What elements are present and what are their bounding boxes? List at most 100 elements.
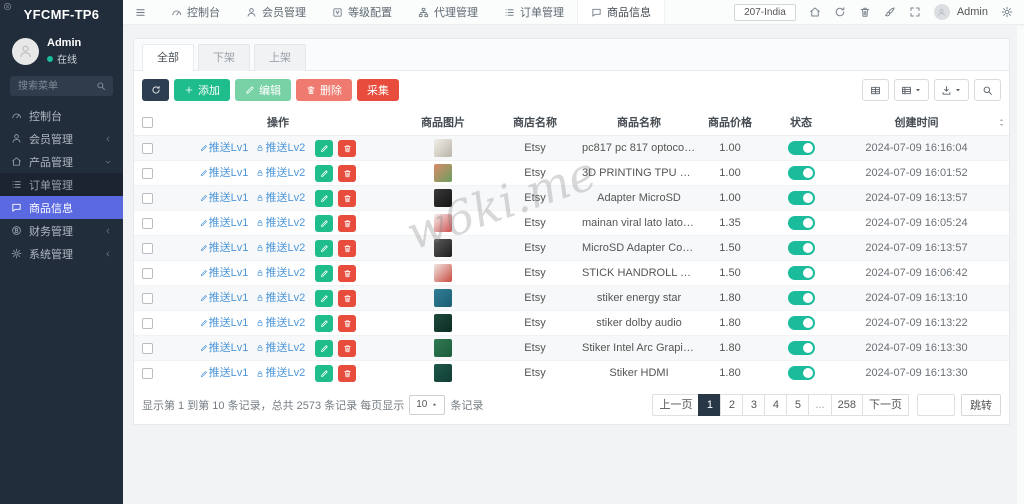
- page-button-5[interactable]: 5: [786, 394, 809, 416]
- push-lv1-link[interactable]: 推送Lv1: [200, 217, 249, 229]
- row-delete-button[interactable]: [338, 165, 356, 182]
- gears-icon[interactable]: [1001, 6, 1013, 18]
- home-icon[interactable]: [809, 6, 821, 18]
- refresh-button[interactable]: [142, 79, 169, 101]
- navbar-avatar[interactable]: [934, 4, 950, 20]
- product-thumbnail[interactable]: [434, 239, 452, 257]
- topnav-item-商品信息[interactable]: 商品信息: [577, 0, 665, 24]
- topnav-item-会员管理[interactable]: 会员管理: [233, 0, 319, 24]
- row-checkbox[interactable]: [142, 343, 153, 354]
- expand-icon[interactable]: [909, 6, 921, 18]
- push-lv2-link[interactable]: 推送Lv2: [256, 142, 305, 154]
- push-lv1-link[interactable]: 推送Lv1: [200, 242, 249, 254]
- page-button-3[interactable]: 3: [742, 394, 765, 416]
- sidebar-item-会员管理[interactable]: 会员管理: [0, 127, 123, 150]
- row-delete-button[interactable]: [338, 140, 356, 157]
- broom-icon[interactable]: [884, 6, 896, 18]
- row-checkbox[interactable]: [142, 168, 153, 179]
- sidebar-item-财务管理[interactable]: 财务管理: [0, 219, 123, 242]
- row-edit-button[interactable]: [315, 265, 333, 282]
- row-edit-button[interactable]: [315, 140, 333, 157]
- tab-上架[interactable]: 上架: [254, 44, 306, 71]
- product-thumbnail[interactable]: [434, 264, 452, 282]
- delete-button[interactable]: 删除: [296, 79, 352, 101]
- trash-icon[interactable]: [859, 6, 871, 18]
- row-edit-button[interactable]: [315, 315, 333, 332]
- product-thumbnail[interactable]: [434, 364, 452, 382]
- row-checkbox[interactable]: [142, 243, 153, 254]
- row-edit-button[interactable]: [315, 190, 333, 207]
- column-header-创建时间[interactable]: 创建时间: [840, 109, 993, 136]
- push-lv2-link[interactable]: 推送Lv2: [256, 367, 305, 379]
- status-toggle[interactable]: [788, 216, 815, 230]
- product-thumbnail[interactable]: [434, 214, 452, 232]
- region-select[interactable]: 207-India: [734, 4, 796, 21]
- product-thumbnail[interactable]: [434, 339, 452, 357]
- push-lv1-link[interactable]: 推送Lv1: [200, 317, 249, 329]
- edit-button[interactable]: 编辑: [235, 79, 291, 101]
- sidebar-item-控制台[interactable]: 控制台: [0, 104, 123, 127]
- sort-icon[interactable]: [997, 117, 1006, 128]
- sidebar-item-系统管理[interactable]: 系统管理: [0, 242, 123, 265]
- push-lv2-link[interactable]: 推送Lv2: [256, 267, 305, 279]
- row-edit-button[interactable]: [315, 240, 333, 257]
- page-button-4[interactable]: 4: [764, 394, 787, 416]
- push-lv1-link[interactable]: 推送Lv1: [200, 367, 249, 379]
- page-button-2[interactable]: 2: [720, 394, 743, 416]
- sidebar-item-产品管理[interactable]: 产品管理: [0, 150, 123, 173]
- scrollbar[interactable]: [1017, 26, 1024, 504]
- row-edit-button[interactable]: [315, 215, 333, 232]
- collect-button[interactable]: 采集: [357, 79, 399, 101]
- push-lv1-link[interactable]: 推送Lv1: [200, 167, 249, 179]
- row-checkbox[interactable]: [142, 143, 153, 154]
- row-checkbox[interactable]: [142, 193, 153, 204]
- status-toggle[interactable]: [788, 366, 815, 380]
- menu-toggle-button[interactable]: [123, 0, 158, 24]
- row-delete-button[interactable]: [338, 290, 356, 307]
- tab-下架[interactable]: 下架: [198, 44, 250, 71]
- page-jump-input[interactable]: [917, 394, 955, 416]
- row-delete-button[interactable]: [338, 340, 356, 357]
- add-button[interactable]: 添加: [174, 79, 230, 101]
- row-checkbox[interactable]: [142, 268, 153, 279]
- product-thumbnail[interactable]: [434, 164, 452, 182]
- sidebar-item-商品信息[interactable]: 商品信息: [0, 196, 123, 219]
- push-lv1-link[interactable]: 推送Lv1: [200, 142, 249, 154]
- row-delete-button[interactable]: [338, 190, 356, 207]
- select-all-checkbox[interactable]: [142, 117, 153, 128]
- row-delete-button[interactable]: [338, 265, 356, 282]
- row-edit-button[interactable]: [315, 290, 333, 307]
- row-delete-button[interactable]: [338, 315, 356, 332]
- columns-button[interactable]: [894, 79, 929, 101]
- push-lv2-link[interactable]: 推送Lv2: [256, 242, 305, 254]
- page-button-下一页[interactable]: 下一页: [862, 394, 909, 416]
- status-toggle[interactable]: [788, 291, 815, 305]
- push-lv2-link[interactable]: 推送Lv2: [256, 192, 305, 204]
- avatar[interactable]: [12, 38, 39, 65]
- product-thumbnail[interactable]: [434, 314, 452, 332]
- tab-全部[interactable]: 全部: [142, 44, 194, 71]
- page-jump-button[interactable]: 跳转: [961, 394, 1001, 416]
- push-lv2-link[interactable]: 推送Lv2: [256, 167, 305, 179]
- navbar-user-label[interactable]: Admin: [957, 6, 988, 18]
- search-toggle-button[interactable]: [974, 79, 1001, 101]
- page-button-...[interactable]: ...: [808, 394, 831, 416]
- row-checkbox[interactable]: [142, 368, 153, 379]
- row-edit-button[interactable]: [315, 340, 333, 357]
- status-toggle[interactable]: [788, 266, 815, 280]
- status-toggle[interactable]: [788, 341, 815, 355]
- column-header-操作[interactable]: 操作: [160, 109, 396, 136]
- column-header-状态[interactable]: 状态: [762, 109, 840, 136]
- column-header-商品图片[interactable]: 商品图片: [396, 109, 490, 136]
- row-edit-button[interactable]: [315, 165, 333, 182]
- row-delete-button[interactable]: [338, 240, 356, 257]
- status-toggle[interactable]: [788, 316, 815, 330]
- product-thumbnail[interactable]: [434, 189, 452, 207]
- page-button-258[interactable]: 258: [831, 394, 863, 416]
- close-circle-icon[interactable]: [3, 2, 12, 11]
- refresh-icon[interactable]: [834, 6, 846, 18]
- topnav-item-订单管理[interactable]: 订单管理: [491, 0, 577, 24]
- topnav-item-控制台[interactable]: 控制台: [158, 0, 233, 24]
- sidebar-item-订单管理[interactable]: 订单管理: [0, 173, 123, 196]
- status-toggle[interactable]: [788, 241, 815, 255]
